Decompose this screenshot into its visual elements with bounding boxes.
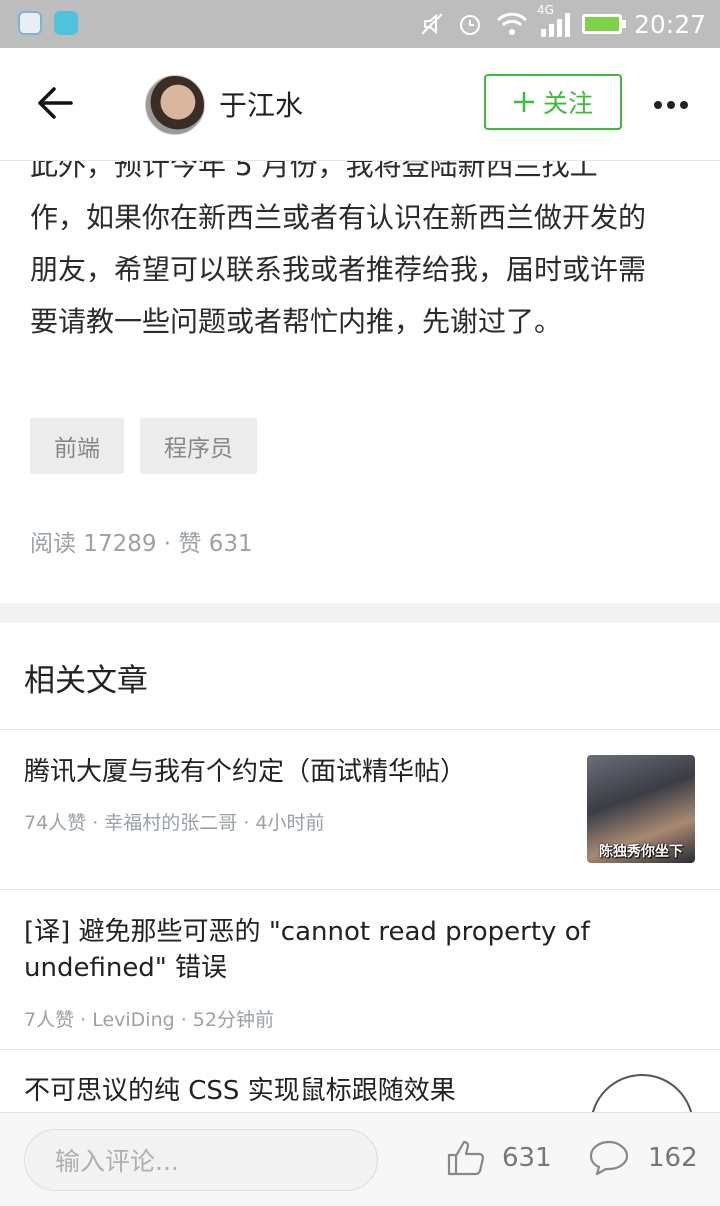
tag-list: 前端 程序员 [30, 418, 257, 474]
author-avatar[interactable] [145, 75, 205, 135]
related-article-thumbnail[interactable]: 陈独秀你坐下 [587, 755, 695, 863]
thumbs-up-icon [447, 1140, 485, 1176]
article-line: 作，如果你在新西兰或者有认识在新西兰做开发的 [30, 201, 647, 234]
back-arrow-icon[interactable] [36, 86, 74, 120]
article-stats: 阅读 17289 · 赞 631 [30, 531, 253, 557]
mute-icon [421, 13, 443, 35]
related-article-title[interactable]: 不可思议的纯 CSS 实现鼠标跟随效果 [24, 1073, 456, 1109]
related-article-title[interactable]: 腾讯大厦与我有个约定（面试精华帖） [24, 754, 466, 790]
alarm-icon [459, 15, 480, 35]
plus-icon [513, 92, 534, 112]
bottom-action-bar: 输入评论... 631 162 [0, 1112, 720, 1206]
comment-button[interactable]: 162 [588, 1139, 698, 1177]
network-type: 4G [536, 3, 554, 17]
divider [0, 1049, 720, 1050]
related-article-title-line[interactable]: undefined" 错误 [24, 950, 227, 986]
notification-icons [18, 11, 78, 35]
android-notification-icon [54, 11, 78, 35]
related-article-meta: 7人赞 · LeviDing · 52分钟前 [24, 1009, 274, 1031]
status-indicators: 4G 20:27 [419, 0, 706, 48]
divider [0, 729, 720, 730]
like-button[interactable]: 631 [446, 1139, 552, 1177]
related-article-title-line[interactable]: [译] 避免那些可恶的 "cannot read property of [24, 914, 590, 950]
tag-frontend[interactable]: 前端 [30, 418, 124, 474]
comment-count: 162 [648, 1143, 698, 1173]
author-name[interactable]: 于江水 [219, 84, 303, 124]
follow-button[interactable]: 关注 [484, 74, 622, 130]
signal-icon: 4G [537, 3, 570, 37]
related-articles-heading: 相关文章 [24, 663, 148, 699]
wifi-icon [496, 12, 528, 35]
related-article-meta: 74人赞 · 幸福村的张二哥 · 4小时前 [24, 812, 325, 834]
app-notification-icon [18, 11, 42, 35]
status-bar: 4G 20:27 [0, 0, 720, 48]
comment-bubble-icon [589, 1140, 629, 1176]
top-nav-bar: 于江水 关注 [0, 48, 720, 161]
follow-label: 关注 [542, 89, 593, 118]
comment-input[interactable]: 输入评论... [24, 1129, 378, 1191]
tag-programmer[interactable]: 程序员 [140, 418, 257, 474]
article-line: 要请教一些问题或者帮忙内推，先谢过了。 [30, 305, 563, 338]
more-options-icon[interactable] [654, 101, 688, 109]
article-line: 朋友，希望可以联系我或者推荐给我，届时或许需 [30, 253, 647, 286]
article-body: 此外，预计今年 5 月份，我将登陆新西兰找工 作，如果你在新西兰或者有认识在新西… [30, 140, 695, 348]
clock: 20:27 [633, 9, 706, 39]
battery-icon [581, 14, 626, 34]
like-count: 631 [502, 1143, 552, 1173]
thumbnail-caption: 陈独秀你坐下 [599, 844, 683, 860]
divider [0, 889, 720, 890]
section-divider [0, 603, 720, 623]
